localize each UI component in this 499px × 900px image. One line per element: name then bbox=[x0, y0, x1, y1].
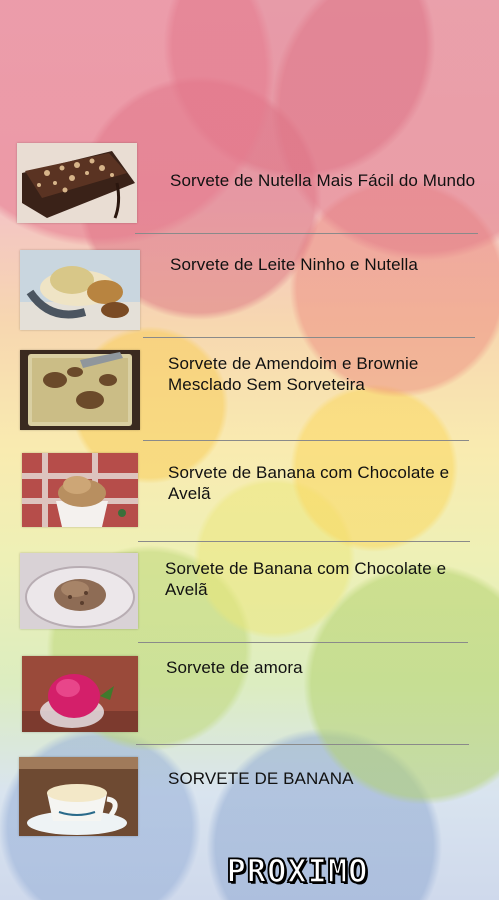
recipe-thumbnail[interactable] bbox=[20, 350, 140, 430]
divider bbox=[138, 541, 470, 542]
recipe-thumbnail[interactable] bbox=[22, 453, 138, 527]
recipe-title[interactable]: Sorvete de Banana com Chocolate e Avelã bbox=[165, 558, 490, 600]
recipe-thumbnail[interactable] bbox=[20, 250, 140, 330]
recipe-title[interactable]: Sorvete de Leite Ninho e Nutella bbox=[170, 254, 495, 275]
recipe-thumbnail[interactable] bbox=[19, 757, 138, 836]
recipe-thumbnail[interactable] bbox=[17, 143, 137, 223]
recipe-thumbnail[interactable] bbox=[22, 656, 138, 732]
recipe-title[interactable]: Sorvete de amora bbox=[166, 657, 491, 678]
divider bbox=[136, 744, 469, 745]
recipe-title[interactable]: SORVETE DE BANANA bbox=[168, 768, 493, 789]
next-button[interactable]: PROXIMO bbox=[185, 850, 410, 892]
recipe-thumbnail[interactable] bbox=[20, 553, 138, 629]
recipe-title[interactable]: Sorvete de Banana com Chocolate e Avelã bbox=[168, 462, 493, 504]
divider bbox=[143, 337, 475, 338]
recipe-title[interactable]: Sorvete de Amendoim e Brownie Mesclado S… bbox=[168, 353, 493, 395]
divider bbox=[138, 642, 468, 643]
divider bbox=[135, 233, 478, 234]
next-button-label: PROXIMO bbox=[226, 851, 369, 891]
divider bbox=[143, 440, 469, 441]
recipe-title[interactable]: Sorvete de Nutella Mais Fácil do Mundo bbox=[170, 170, 495, 191]
